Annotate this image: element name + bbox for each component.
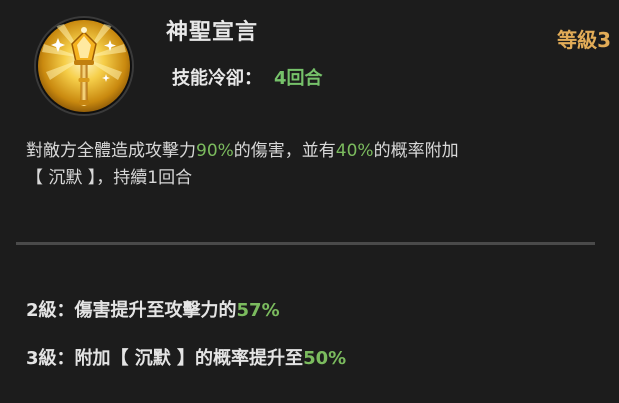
section-divider bbox=[16, 242, 595, 245]
cooldown-label: 技能冷卻： bbox=[172, 68, 262, 89]
golden-scepter-icon bbox=[36, 18, 132, 114]
description-text: 對敵方全體造成攻擊力 bbox=[26, 141, 196, 161]
chance-percent-value: 40% bbox=[335, 141, 374, 161]
upgrade-text: 3級：附加【 沉默 】的概率提升至 bbox=[26, 348, 304, 369]
upgrade-value: 57% bbox=[236, 300, 280, 321]
skill-tooltip-panel: 神聖宣言 等級3 技能冷卻： 4回合 對敵方全體造成攻擊力90%的傷害，並有40%… bbox=[0, 0, 619, 403]
upgrade-text: 2級：傷害提升至攻擊力的 bbox=[26, 300, 237, 321]
skill-name: 神聖宣言 bbox=[166, 20, 259, 45]
upgrade-value: 50% bbox=[303, 348, 347, 369]
description-text: 的概率附加 bbox=[373, 141, 459, 161]
skill-description: 對敵方全體造成攻擊力90%的傷害，並有40%的概率附加 【 沉默 】，持續1回合 bbox=[26, 138, 606, 192]
cooldown-value: 4回合 bbox=[274, 68, 323, 89]
cooldown-row: 技能冷卻： 4回合 bbox=[172, 64, 323, 90]
description-line-1: 對敵方全體造成攻擊力90%的傷害，並有40%的概率附加 bbox=[26, 138, 606, 165]
description-text: 【 沉默 】，持續1回合 bbox=[26, 168, 193, 188]
description-line-2: 【 沉默 】，持續1回合 bbox=[26, 165, 606, 192]
upgrade-level-2: 2級：傷害提升至攻擊力的57% bbox=[26, 296, 280, 322]
upgrade-level-3: 3級：附加【 沉默 】的概率提升至50% bbox=[26, 344, 346, 370]
skill-level-badge: 等級3 bbox=[557, 28, 611, 52]
attack-percent-value: 90% bbox=[196, 141, 234, 161]
description-text: 的傷害，並有 bbox=[233, 141, 336, 161]
